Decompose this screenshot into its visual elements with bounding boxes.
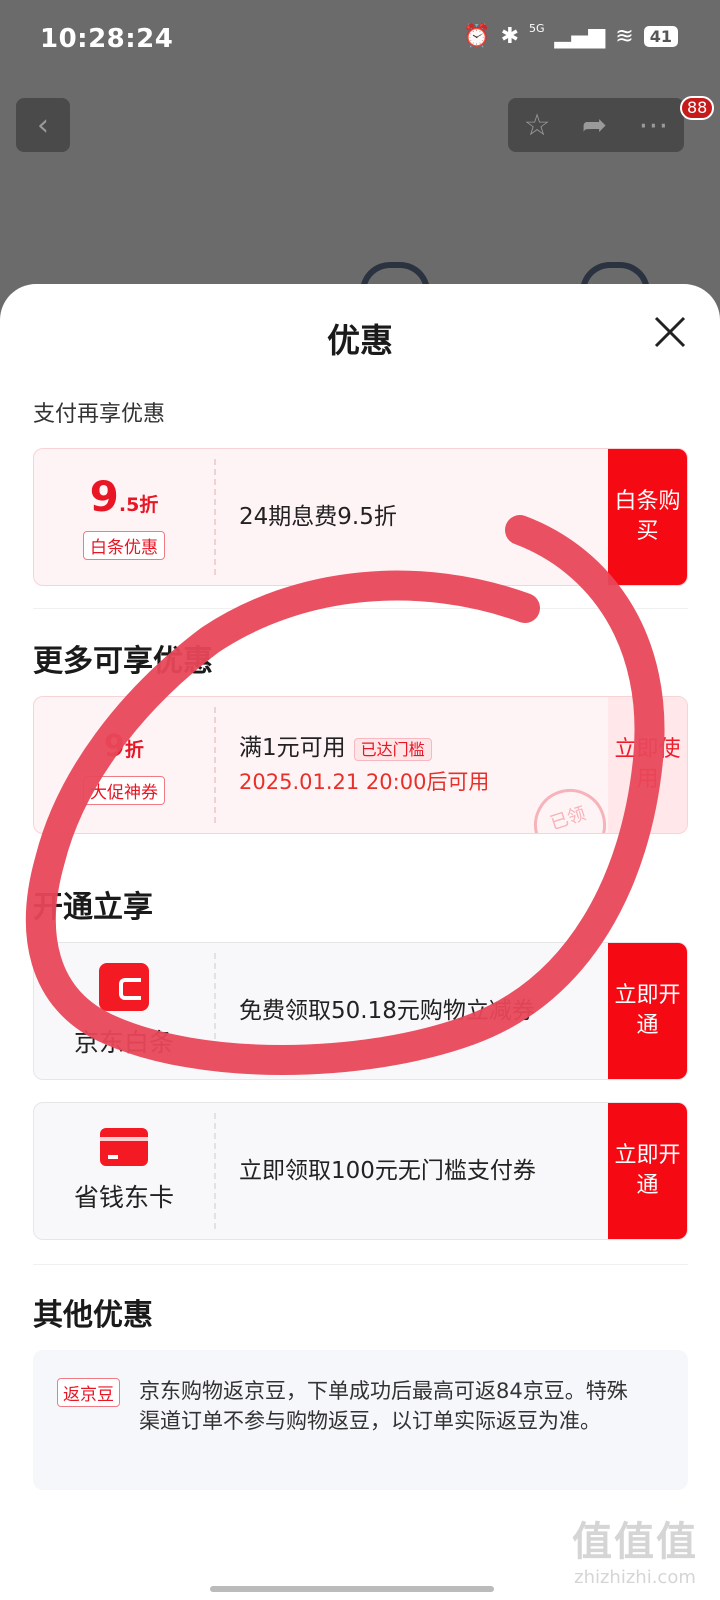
status-time: 10:28:24: [40, 24, 174, 54]
coupon-suffix: 折: [124, 739, 144, 761]
divider: [33, 608, 688, 609]
star-icon[interactable]: ☆: [524, 108, 551, 143]
baitiao-brand: 京东白条: [34, 943, 214, 1079]
discount-badge: 9.5折 白条优惠: [34, 449, 214, 585]
battery-icon: 41: [643, 26, 678, 47]
more-icon[interactable]: ⋯: [638, 108, 668, 143]
open-baitiao-button[interactable]: 立即开通: [608, 943, 687, 1079]
home-indicator[interactable]: [210, 1586, 494, 1592]
coupon-number: 9: [104, 729, 125, 764]
savings-card-open-card: 省钱东卡 立即领取100元无门槛支付券 立即开通: [33, 1102, 688, 1240]
alarm-icon: ⏰: [463, 24, 491, 49]
brand-name: 京东白条: [73, 1028, 174, 1057]
card-icon: [100, 1128, 148, 1166]
discount-text: 24期息费9.5折: [239, 503, 397, 530]
top-actions: ☆ ➦ ⋯: [508, 98, 684, 152]
promo-coupon-card: 9折 大促神券 满1元可用 已达门槛 2025.01.21 20:00后可用 立即…: [33, 696, 688, 834]
rebate-tag: 返京豆: [57, 1378, 120, 1407]
card-divider: [214, 459, 216, 575]
network-label: 5G: [529, 22, 545, 35]
offer-description: 立即领取100元无门槛支付券: [239, 1103, 597, 1239]
discount-number: 9: [89, 471, 119, 521]
sheet-title: 优惠: [327, 321, 393, 360]
discount-tag: 白条优惠: [83, 530, 165, 560]
status-icons: ⏰ ✱ 5G ▂▄▆ ≋ 41: [463, 22, 678, 49]
back-button[interactable]: ‹: [16, 98, 70, 152]
savings-card-brand: 省钱东卡: [34, 1103, 214, 1239]
coupon-badge: 9折 大促神券: [34, 697, 214, 833]
bluetooth-icon: ✱: [500, 24, 519, 49]
coupon-tag: 大促神券: [83, 776, 165, 805]
card-divider: [214, 1113, 216, 1229]
offer-text: 免费领取50.18元购物立减券: [239, 997, 535, 1024]
message-badge: 88: [680, 96, 715, 120]
status-bar: 10:28:24 ⏰ ✱ 5G ▂▄▆ ≋ 41: [0, 0, 720, 80]
baitiao-buy-button[interactable]: 白条购买: [608, 449, 687, 585]
pay-section-label: 支付再享优惠: [33, 402, 166, 427]
discount-description: 24期息费9.5折: [239, 449, 597, 585]
baitiao-open-card: 京东白条 免费领取50.18元购物立减券 立即开通: [33, 942, 688, 1080]
signal-icon: ▂▄▆: [554, 24, 606, 49]
threshold-tag: 已达门槛: [353, 737, 432, 761]
chevron-left-icon: ‹: [37, 107, 49, 143]
divider: [33, 1264, 688, 1265]
open-section-title: 开通立享: [33, 890, 153, 925]
wifi-icon: ≋: [615, 24, 634, 49]
use-now-button[interactable]: 立即使用: [608, 697, 687, 833]
offer-text: 立即领取100元无门槛支付券: [239, 1157, 536, 1184]
discount-suffix: .5折: [118, 493, 159, 516]
watermark-logo: 值值值 zhizhizhi.com: [572, 1519, 698, 1588]
card-divider: [214, 707, 216, 823]
coupon-date: 2025.01.21 20:00后可用: [239, 769, 490, 794]
wallet-icon: [99, 963, 149, 1011]
brand-name: 省钱东卡: [73, 1183, 174, 1212]
card-divider: [214, 953, 216, 1069]
close-icon[interactable]: [652, 314, 688, 350]
rebate-text: 京东购物返京豆，下单成功后最高可返84京豆。特殊渠道订单不参与购物返豆，以订单实…: [139, 1379, 628, 1433]
offer-description: 免费领取50.18元购物立减券: [239, 943, 597, 1079]
coupon-condition: 满1元可用: [239, 734, 346, 761]
other-section-title: 其他优惠: [33, 1298, 153, 1333]
more-section-title: 更多可享优惠: [33, 644, 213, 679]
discount-sheet: 优惠 支付再享优惠 9.5折 白条优惠 24期息费9.5折 白条购买 更多可享优…: [0, 284, 720, 1600]
jingdou-rebate-box: 返京豆 京东购物返京豆，下单成功后最高可返84京豆。特殊渠道订单不参与购物返豆，…: [33, 1350, 688, 1490]
open-savings-card-button[interactable]: 立即开通: [608, 1103, 687, 1239]
share-icon[interactable]: ➦: [582, 108, 607, 143]
baitiao-discount-card: 9.5折 白条优惠 24期息费9.5折 白条购买: [33, 448, 688, 586]
watermark-site: zhizhizhi.com: [574, 1567, 696, 1588]
